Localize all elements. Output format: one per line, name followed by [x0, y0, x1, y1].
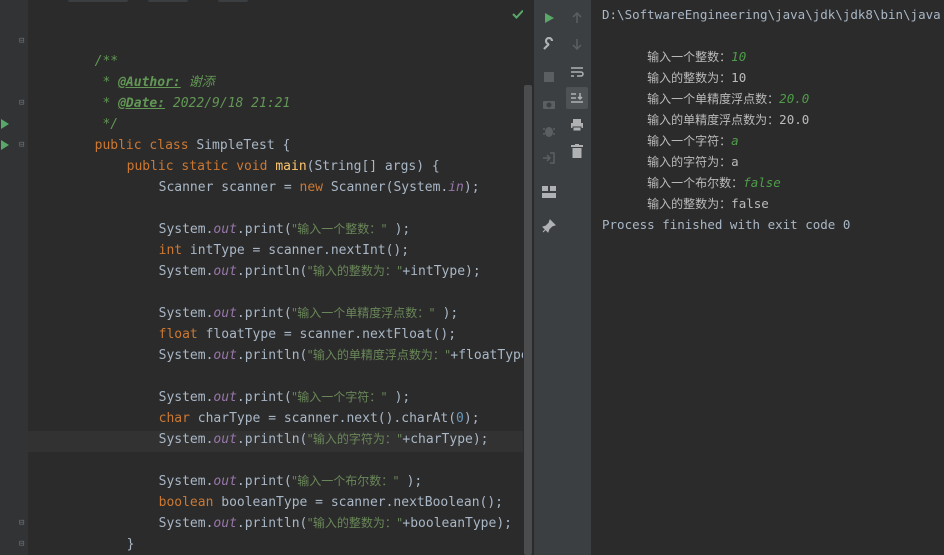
code-text: +intType); — [402, 264, 481, 279]
fold-marker-icon[interactable]: ⊟ — [19, 518, 24, 528]
variable-declaration: char charType = scanner.next().charAt(0)… — [96, 387, 480, 426]
trash-icon[interactable] — [566, 140, 588, 162]
camera-icon[interactable] — [538, 93, 560, 115]
soft-wrap-icon[interactable] — [566, 61, 588, 83]
static-field: out — [213, 348, 237, 363]
brace: } — [126, 537, 135, 552]
println-statement: System.out.println("输入的字符为："+charType); — [96, 408, 489, 447]
console-prompt: 输入的整数为： — [647, 197, 732, 211]
class-close-brace: } — [32, 534, 102, 555]
stop-icon[interactable] — [538, 66, 560, 88]
pin-icon[interactable] — [538, 215, 560, 237]
code-text: +booleanType); — [402, 516, 512, 531]
method-close-brace: } — [64, 513, 135, 552]
print-statement: System.out.print("输入一个字符：" ); — [96, 366, 411, 405]
javadoc-author: * @Author: 谢添 — [32, 51, 214, 90]
print-icon[interactable] — [566, 114, 588, 136]
comment-text — [165, 96, 173, 111]
scroll-down-icon[interactable] — [566, 33, 588, 55]
console-output-line: 输入的整数为：10 — [602, 46, 746, 85]
static-field: out — [213, 516, 237, 531]
fold-marker-icon[interactable]: ⊟ — [19, 140, 24, 150]
layout-icon[interactable] — [538, 181, 560, 203]
exit-icon[interactable] — [538, 147, 560, 169]
println-statement: System.out.println("输入的整数为："+booleanType… — [96, 492, 512, 531]
debug-icon[interactable] — [538, 120, 560, 142]
keyword: new — [299, 180, 323, 195]
variable-declaration: boolean booleanType = scanner.nextBoolea… — [96, 471, 503, 510]
println-statement: System.out.println("输入的整数为："+intType); — [96, 240, 481, 279]
javadoc-close: */ — [32, 93, 118, 132]
string-literal: "输入的整数为：" — [307, 264, 403, 278]
println-statement: System.out.println("输入的单精度浮点数为："+floatTy… — [96, 324, 533, 363]
static-field: out — [213, 432, 237, 447]
editor-scrollbar-thumb[interactable] — [524, 85, 532, 555]
static-field: out — [213, 264, 237, 279]
code-text: .println( — [236, 516, 308, 531]
console-output-line: 输入一个整数：10 — [602, 25, 746, 64]
variable-declaration: float floatType = scanner.nextFloat(); — [96, 303, 456, 342]
code-text: System. — [158, 348, 214, 363]
editor-gutter[interactable]: ⊟ ⊟ ⊟ ⊟ ⊟ — [0, 0, 28, 555]
code-text: .println( — [236, 264, 308, 279]
code-text: .println( — [236, 348, 308, 363]
string-literal: "输入的整数为：" — [307, 516, 403, 530]
console-command-line: D:\SoftwareEngineering\java\jdk\jdk8\bin… — [602, 7, 941, 22]
javadoc-open: /** — [32, 30, 118, 69]
output-value: false — [731, 196, 769, 211]
code-text: System. — [158, 264, 214, 279]
code-text: +floatType); — [450, 348, 533, 363]
run-toolbar — [533, 0, 592, 555]
console-output-line: 输入的整数为：false — [602, 172, 769, 211]
print-statement: System.out.print("输入一个单精度浮点数：" ); — [96, 282, 459, 321]
editor-top-fragment — [28, 0, 523, 6]
ide-window: ⊟ ⊟ ⊟ ⊟ ⊟ /** * @Author: 谢添 * @Date: 202… — [0, 0, 944, 555]
wrench-icon[interactable] — [538, 33, 560, 55]
code-editor[interactable]: ⊟ ⊟ ⊟ ⊟ ⊟ /** * @Author: 谢添 * @Date: 202… — [0, 0, 533, 555]
code-text: ); — [463, 180, 480, 195]
console-output-line: 输入一个布尔数：false — [602, 151, 781, 190]
code-text: Scanner(System. — [323, 180, 449, 195]
process-exit-message: Process finished with exit code 0 — [602, 217, 851, 232]
console-output-line: 输入的单精度浮点数为：20.0 — [602, 88, 809, 127]
string-literal: "输入的单精度浮点数为：" — [307, 348, 451, 362]
fold-marker-icon[interactable]: ⊟ — [19, 98, 24, 108]
javadoc-date: * @Date: 2022/9/18 21:21 — [32, 72, 290, 111]
run-class-icon[interactable] — [1, 119, 9, 129]
print-statement: System.out.print("输入一个布尔数：" ); — [96, 450, 423, 489]
rerun-icon[interactable] — [538, 7, 560, 29]
code-text: .println( — [236, 432, 308, 447]
console-output-line: 输入一个单精度浮点数：20.0 — [602, 67, 809, 106]
static-field: in — [448, 180, 464, 195]
scroll-up-icon[interactable] — [566, 7, 588, 29]
scanner-declaration: Scanner scanner = new Scanner(System.in)… — [96, 156, 480, 195]
run-console[interactable]: D:\SoftwareEngineering\java\jdk\jdk8\bin… — [591, 0, 944, 555]
code-text: System. — [158, 432, 214, 447]
date-value: 2022/9/18 21:21 — [172, 96, 291, 111]
main-declaration: public static void main(String[] args) { — [64, 135, 440, 174]
console-output-line: 输入一个字符：a — [602, 109, 739, 148]
class-declaration: public class SimpleTest { — [32, 114, 291, 153]
run-main-icon[interactable] — [1, 140, 9, 150]
code-text: +charType); — [402, 432, 489, 447]
variable-declaration: int intType = scanner.nextInt(); — [96, 219, 409, 258]
fold-marker-icon[interactable]: ⊟ — [19, 539, 24, 549]
date-tag: @Date: — [118, 96, 166, 111]
output-value: 20.0 — [779, 112, 810, 127]
code-text: System. — [158, 516, 214, 531]
string-literal: "输入的字符为：" — [307, 432, 403, 446]
print-statement: System.out.print("输入一个整数：" ); — [96, 198, 411, 237]
fold-marker-icon[interactable]: ⊟ — [19, 36, 24, 46]
code-text: Scanner scanner = — [158, 180, 300, 195]
scroll-to-end-icon[interactable] — [566, 87, 588, 109]
console-output-line: 输入的字符为：a — [602, 130, 739, 169]
